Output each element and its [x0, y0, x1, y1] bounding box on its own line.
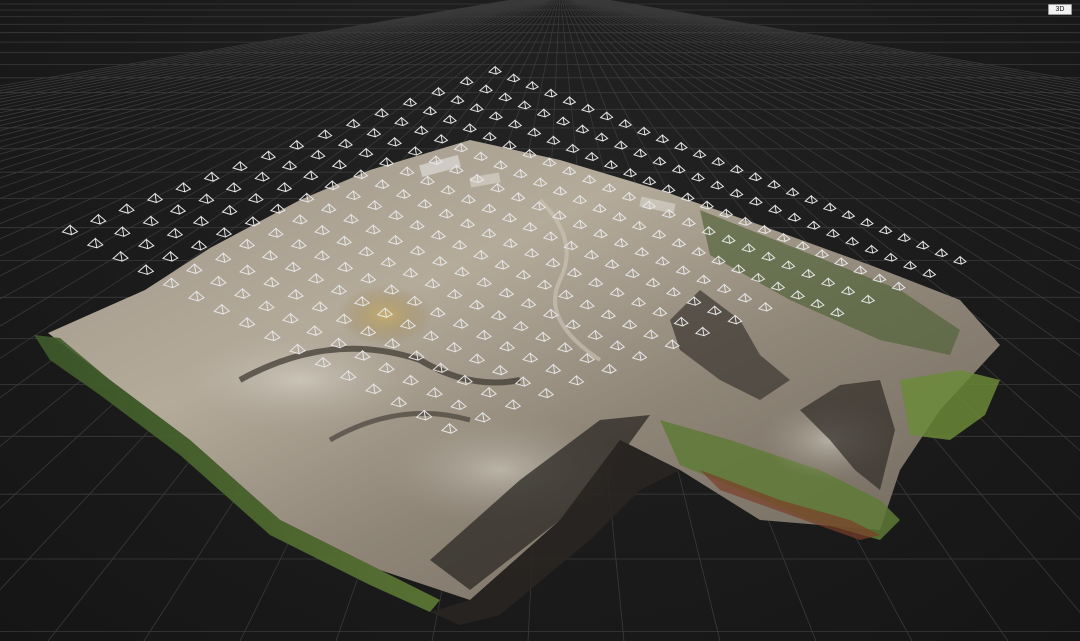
camera-marker-icon[interactable]: [61, 224, 79, 236]
camera-marker-icon[interactable]: [459, 76, 474, 86]
camera-marker-icon[interactable]: [166, 227, 184, 239]
camera-marker-icon[interactable]: [431, 86, 446, 97]
camera-marker-icon[interactable]: [897, 232, 912, 243]
camera-marker-icon[interactable]: [859, 217, 874, 227]
camera-marker-icon[interactable]: [692, 149, 707, 159]
camera-marker-icon[interactable]: [517, 100, 532, 110]
camera-marker-icon[interactable]: [442, 114, 458, 125]
camera-marker-icon[interactable]: [613, 140, 628, 150]
camera-marker-icon[interactable]: [787, 212, 802, 222]
vegetation-patch-far-right: [900, 370, 1000, 440]
camera-marker-icon[interactable]: [254, 171, 271, 182]
camera-marker-icon[interactable]: [232, 160, 248, 172]
camera-marker-icon[interactable]: [825, 228, 840, 238]
camera-marker-icon[interactable]: [864, 244, 879, 254]
camera-marker-icon[interactable]: [710, 180, 725, 190]
camera-marker-icon[interactable]: [433, 133, 449, 144]
camera-marker-icon[interactable]: [374, 107, 389, 118]
camera-marker-icon[interactable]: [748, 172, 763, 182]
camera-marker-icon[interactable]: [137, 238, 155, 250]
camera-marker-icon[interactable]: [603, 159, 619, 170]
camera-marker-icon[interactable]: [331, 159, 347, 170]
camera-marker-icon[interactable]: [785, 187, 800, 197]
sand-pile: [337, 285, 433, 345]
camera-marker-icon[interactable]: [618, 118, 633, 129]
camera-marker-icon[interactable]: [584, 151, 599, 162]
camera-marker-icon[interactable]: [655, 134, 670, 144]
camera-marker-icon[interactable]: [922, 268, 937, 278]
camera-marker-icon[interactable]: [502, 140, 517, 150]
camera-marker-icon[interactable]: [633, 148, 648, 158]
camera-marker-icon[interactable]: [469, 102, 484, 113]
camera-marker-icon[interactable]: [345, 118, 361, 129]
camera-marker-icon[interactable]: [225, 182, 242, 193]
camera-marker-icon[interactable]: [175, 181, 192, 193]
camera-marker-icon[interactable]: [690, 172, 706, 182]
camera-marker-icon[interactable]: [142, 215, 160, 227]
camera-marker-icon[interactable]: [394, 116, 409, 127]
camera-marker-icon[interactable]: [169, 204, 187, 215]
camera-marker-icon[interactable]: [478, 84, 493, 94]
camera-marker-icon[interactable]: [203, 171, 220, 182]
camera-marker-icon[interactable]: [527, 127, 542, 137]
camera-marker-icon[interactable]: [642, 175, 657, 186]
camera-marker-icon[interactable]: [276, 181, 293, 193]
camera-marker-icon[interactable]: [507, 119, 523, 129]
camera-marker-icon[interactable]: [652, 156, 667, 166]
camera-marker-icon[interactable]: [845, 236, 860, 246]
camera-marker-icon[interactable]: [594, 132, 609, 142]
camera-marker-icon[interactable]: [546, 135, 561, 145]
camera-marker-icon[interactable]: [555, 116, 571, 126]
camera-marker-icon[interactable]: [804, 194, 819, 205]
camera-marker-icon[interactable]: [766, 179, 781, 189]
scene-canvas[interactable]: [0, 0, 1080, 641]
camera-marker-icon[interactable]: [934, 248, 949, 258]
camera-marker-icon[interactable]: [575, 124, 590, 134]
camera-marker-icon[interactable]: [482, 131, 497, 142]
camera-marker-icon[interactable]: [729, 188, 744, 198]
camera-marker-icon[interactable]: [288, 139, 305, 150]
camera-marker-icon[interactable]: [536, 108, 551, 118]
camera-marker-icon[interactable]: [89, 213, 107, 225]
view-mode-button[interactable]: 3D: [1048, 4, 1072, 15]
camera-marker-icon[interactable]: [413, 125, 429, 135]
camera-marker-icon[interactable]: [337, 138, 354, 149]
camera-marker-icon[interactable]: [402, 97, 418, 107]
camera-marker-icon[interactable]: [378, 156, 395, 167]
camera-marker-icon[interactable]: [192, 215, 210, 227]
camera-marker-icon[interactable]: [636, 126, 651, 136]
camera-marker-icon[interactable]: [822, 202, 837, 212]
camera-marker-icon[interactable]: [112, 250, 129, 262]
camera-marker-icon[interactable]: [260, 150, 277, 161]
camera-marker-icon[interactable]: [525, 80, 540, 91]
camera-marker-icon[interactable]: [562, 96, 577, 106]
camera-marker-icon[interactable]: [580, 103, 595, 113]
camera-marker-icon[interactable]: [768, 204, 783, 214]
3d-viewport[interactable]: 3D: [0, 0, 1080, 641]
camera-marker-icon[interactable]: [190, 239, 208, 251]
camera-marker-icon[interactable]: [161, 250, 179, 262]
camera-marker-icon[interactable]: [599, 111, 614, 121]
camera-marker-icon[interactable]: [310, 149, 326, 160]
camera-marker-icon[interactable]: [358, 147, 374, 158]
camera-marker-icon[interactable]: [317, 129, 333, 140]
camera-marker-icon[interactable]: [883, 252, 898, 262]
camera-marker-icon[interactable]: [622, 167, 638, 178]
camera-marker-icon[interactable]: [407, 145, 423, 156]
camera-marker-icon[interactable]: [221, 204, 238, 216]
camera-marker-icon[interactable]: [487, 65, 502, 75]
camera-marker-icon[interactable]: [711, 156, 726, 167]
